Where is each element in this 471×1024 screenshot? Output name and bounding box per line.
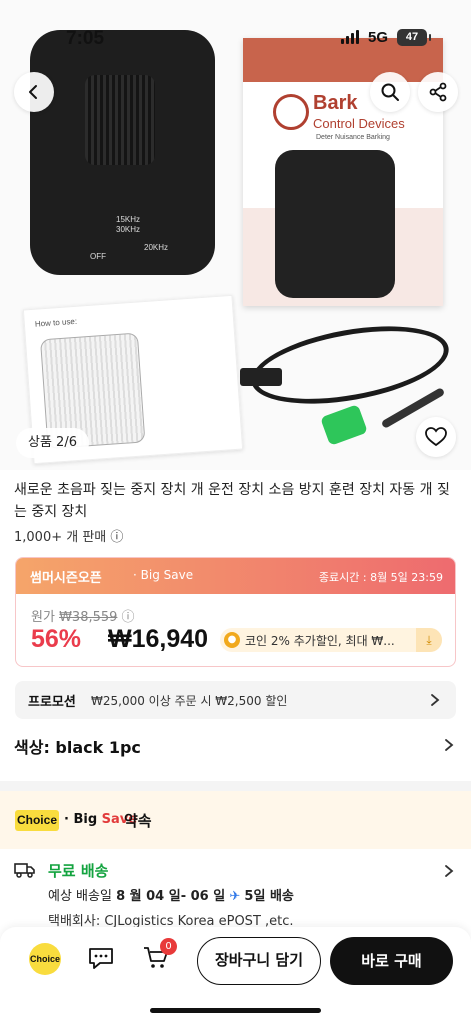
usb-plug-image	[240, 368, 282, 386]
original-price: ₩38,559	[59, 610, 118, 625]
manual-title: How to use:	[34, 316, 78, 329]
choice-button[interactable]: Choice	[29, 943, 61, 975]
device-label: 20KHz	[144, 243, 169, 252]
cart-count-badge: 0	[160, 938, 177, 955]
deal-name: 썸머시즌오픈	[30, 571, 102, 586]
heart-icon	[425, 427, 447, 447]
deal-tag: · Big Save	[133, 568, 194, 582]
shipping-title: 무료 배송	[48, 862, 109, 880]
search-button[interactable]	[370, 72, 410, 112]
color-option[interactable]: 색상: black 1pc	[14, 734, 141, 758]
promotion-label: 프로모션	[28, 695, 76, 710]
promotion-row[interactable]: 프로모션 ₩25,000 이상 주문 시 ₩2,500 할인	[15, 681, 456, 719]
deal-end-time: 종료시간 : 8월 5일 23:59	[318, 571, 443, 584]
delivery-range: 8 월 04 일- 06 일	[116, 889, 226, 904]
plane-icon: ✈	[229, 889, 241, 904]
discount-percent: 56%	[31, 625, 82, 653]
chevron-right-icon	[431, 694, 440, 706]
section-divider	[0, 781, 471, 791]
buy-now-button[interactable]: 바로 구매	[330, 937, 453, 985]
deal-header: 썸머시즌오픈 · Big Save 종료시간 : 8월 5일 23:59	[16, 558, 455, 594]
device-label: 15KHz	[116, 215, 141, 224]
sold-count: 1,000+ 개 판매 ⓘ	[14, 530, 124, 545]
gallery-position: 상품 2/6	[16, 428, 89, 458]
dog-logo-icon	[273, 94, 309, 130]
delivery-prefix: 예상 배송일	[48, 889, 112, 904]
search-icon	[381, 83, 399, 101]
original-price-row: 원가 ₩38,559 ⓘ	[31, 606, 135, 625]
promotion-text: ₩25,000 이상 주문 시 ₩2,500 할인	[91, 694, 288, 708]
product-gallery[interactable]: 15KHz 30KHz 20KHz OFF Bark Control Devic…	[0, 0, 471, 470]
download-icon[interactable]: ⤓	[416, 628, 442, 652]
box-brand-sub: Control Devices	[313, 116, 405, 131]
status-time: 7:05	[66, 28, 105, 49]
share-icon	[429, 82, 447, 102]
network-type: 5G	[368, 29, 389, 46]
chevron-right-icon[interactable]	[442, 738, 456, 752]
info-icon[interactable]: ⓘ	[122, 610, 135, 625]
back-button[interactable]	[14, 72, 54, 112]
coin-text: 코인 2% 추가할인, 최대 ₩...	[245, 633, 395, 648]
sale-price: ₩16,940	[108, 625, 209, 653]
signal-icon	[341, 30, 359, 44]
wishlist-button[interactable]	[416, 417, 456, 457]
wall-anchor-image	[320, 404, 368, 446]
big-save-prefix: · Big	[64, 812, 98, 827]
box-tagline: Deter Nuisance Barking	[316, 134, 390, 141]
product-title: 새로운 초음파 짖는 중지 장치 개 운전 장치 소음 방지 훈련 장치 자동 …	[14, 482, 450, 520]
chevron-left-icon	[29, 85, 37, 99]
speaker-grill	[85, 75, 155, 165]
share-button[interactable]	[418, 72, 458, 112]
status-bar: 7:05 5G 47	[0, 0, 471, 70]
home-indicator	[150, 1008, 321, 1013]
truck-icon	[14, 863, 35, 878]
price-card: 썸머시즌오픈 · Big Save 종료시간 : 8월 5일 23:59 원가 …	[15, 557, 456, 667]
chat-icon[interactable]	[88, 946, 114, 970]
box-brand: Bark	[313, 92, 358, 114]
coin-discount-chip[interactable]: ● 코인 2% 추가할인, 최대 ₩... ⤓	[220, 628, 442, 652]
choice-logo: Choice	[15, 810, 59, 831]
device-label: OFF	[90, 252, 106, 261]
original-price-label: 원가	[31, 610, 55, 625]
coin-icon: ●	[224, 632, 240, 648]
choice-promise: 약속	[124, 812, 152, 830]
battery-icon: 47	[397, 29, 431, 46]
delivery-days: 5일 배송	[244, 889, 294, 904]
product-image-box: Bark Control Devices Deter Nuisance Bark…	[243, 38, 443, 306]
delivery-estimate: 예상 배송일 8 월 04 일- 06 일 ✈ 5일 배송	[48, 885, 294, 904]
device-label: 30KHz	[116, 225, 141, 234]
add-to-cart-button[interactable]: 장바구니 담기	[197, 937, 321, 985]
chevron-right-icon[interactable]	[442, 864, 456, 878]
